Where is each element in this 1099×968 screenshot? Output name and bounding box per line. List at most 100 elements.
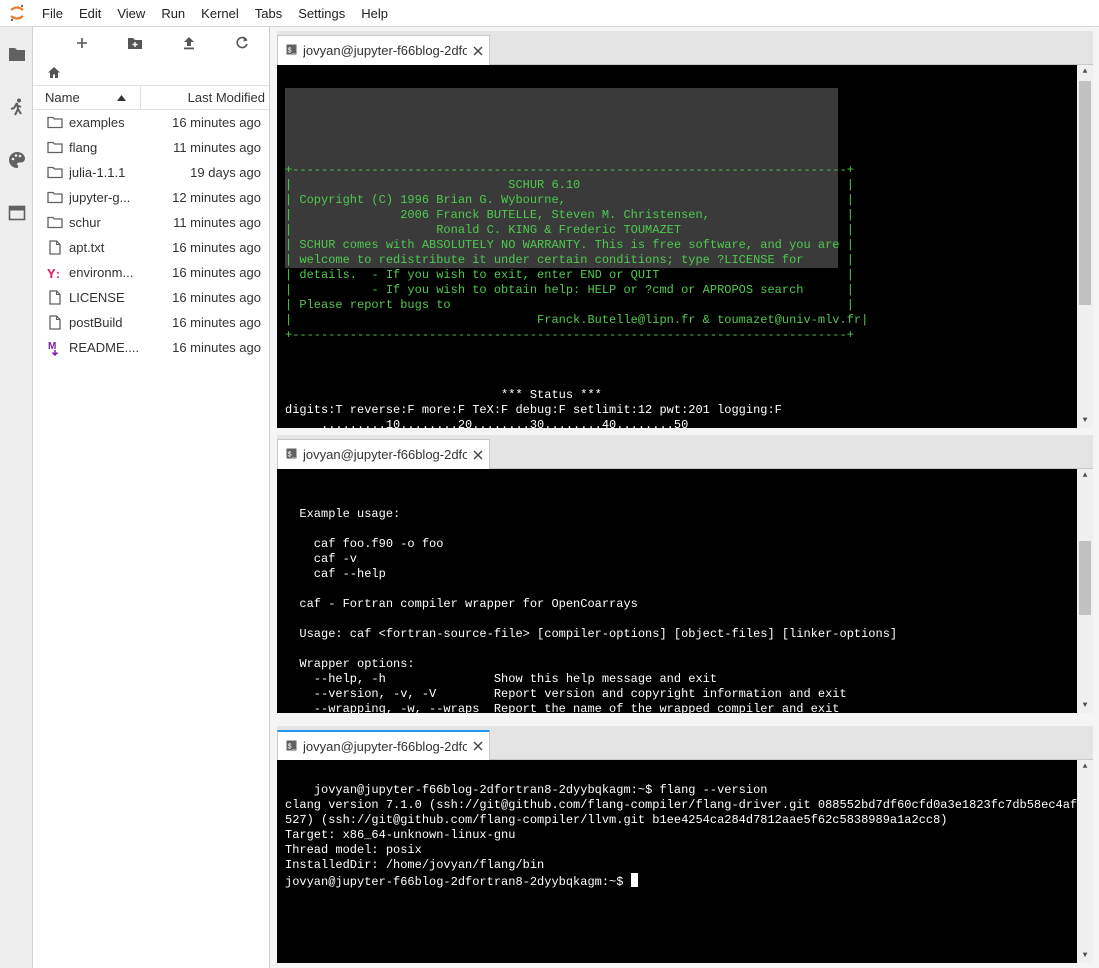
file-modified: 16 minutes ago	[172, 115, 261, 130]
terminal-icon: $_	[286, 739, 297, 754]
menu-edit[interactable]: Edit	[71, 0, 109, 27]
tab-title: jovyan@jupyter-f66blog-2dfortran8-2dyybq…	[303, 43, 467, 58]
file-icon	[47, 315, 63, 331]
menu-view[interactable]: View	[109, 0, 153, 27]
file-modified: 16 minutes ago	[172, 290, 261, 305]
file-list-header: Name Last Modified	[33, 85, 269, 110]
file-row[interactable]: schur 11 minutes ago	[33, 210, 269, 235]
file-name: environm...	[69, 265, 134, 280]
terminal-output-2[interactable]: Example usage: caf foo.f90 -o foo caf -v…	[277, 469, 1093, 713]
file-icon	[47, 290, 63, 306]
terminal-tabbar-3: $_ jovyan@jupyter-f66blog-2dfortran8-2dy…	[277, 726, 1093, 760]
markdown-icon: M	[47, 340, 63, 356]
terminal-cursor	[630, 873, 638, 887]
file-name: postBuild	[69, 315, 123, 330]
modified-column-header[interactable]: Last Modified	[141, 86, 269, 109]
file-row[interactable]: examples 16 minutes ago	[33, 110, 269, 135]
file-modified: 16 minutes ago	[172, 315, 261, 330]
file-name: jupyter-g...	[69, 190, 131, 205]
terminal-tabbar-2: $_ jovyan@jupyter-f66blog-2dfortran8-2dy…	[277, 435, 1093, 469]
tabs-icon[interactable]	[0, 186, 33, 239]
jupyter-logo-icon	[0, 0, 34, 27]
breadcrumb	[33, 59, 269, 85]
file-row[interactable]: M README.... 16 minutes ago	[33, 335, 269, 360]
file-browser: Name Last Modified examples 16 minutes ag…	[33, 27, 270, 968]
file-modified: 11 minutes ago	[173, 215, 261, 230]
new-folder-icon	[128, 38, 143, 49]
file-row[interactable]: apt.txt 16 minutes ago	[33, 235, 269, 260]
terminal-tabbar-1: $_ jovyan@jupyter-f66blog-2dfortran8-2dy…	[277, 31, 1093, 65]
terminal-body: Example usage: caf foo.f90 -o foo caf -v…	[299, 507, 898, 713]
new-launcher-button[interactable]	[55, 29, 109, 57]
file-modified: 16 minutes ago	[172, 265, 261, 280]
file-name: schur	[69, 215, 101, 230]
file-modified: 12 minutes ago	[172, 190, 261, 205]
palette-icon[interactable]	[0, 133, 33, 186]
menu-run[interactable]: Run	[153, 0, 193, 27]
menu-help[interactable]: Help	[353, 0, 396, 27]
file-name: LICENSE	[69, 290, 125, 305]
menu-settings[interactable]: Settings	[290, 0, 353, 27]
terminal-output-3[interactable]: jovyan@jupyter-f66blog-2dfortran8-2dyybq…	[277, 760, 1093, 963]
close-icon[interactable]	[471, 739, 485, 753]
folder-icon	[47, 140, 63, 156]
file-icon	[47, 240, 63, 256]
home-icon[interactable]	[47, 66, 61, 79]
tab-title: jovyan@jupyter-f66blog-2dfortran8-2dyybq…	[303, 447, 467, 462]
svg-text:$_: $_	[288, 452, 297, 460]
plus-icon	[76, 38, 87, 48]
svg-text:$_: $_	[288, 743, 297, 751]
terminal-scrollbar[interactable]: ▲ ▼	[1077, 65, 1093, 428]
file-row[interactable]: LICENSE 16 minutes ago	[33, 285, 269, 310]
file-name: julia-1.1.1	[69, 165, 126, 180]
menu-tabs[interactable]: Tabs	[247, 0, 290, 27]
refresh-icon	[236, 36, 249, 49]
terminal-icon: $_	[286, 447, 297, 462]
sort-ascending-icon	[117, 95, 126, 101]
file-browser-toolbar	[33, 27, 269, 59]
terminal-output-1[interactable]: jovyan@jupyter-f66blog-2dfortran8-2dyybq…	[277, 65, 1093, 428]
file-name: examples	[69, 115, 125, 130]
file-row[interactable]: flang 11 minutes ago	[33, 135, 269, 160]
name-column-header[interactable]: Name	[33, 86, 141, 109]
terminal-scrollbar[interactable]: ▲ ▼	[1077, 760, 1093, 963]
file-name: README....	[69, 340, 140, 355]
left-activity-bar	[0, 27, 33, 968]
tab-title: jovyan@jupyter-f66blog-2dfortran8-2dyybq…	[303, 738, 467, 754]
terminal-scrollbar[interactable]: ▲ ▼	[1077, 469, 1093, 713]
file-row[interactable]: Y: environm... 16 minutes ago	[33, 260, 269, 285]
upload-button[interactable]	[162, 29, 216, 57]
file-name: apt.txt	[69, 240, 105, 255]
new-folder-button[interactable]	[109, 29, 163, 57]
file-row[interactable]: postBuild 16 minutes ago	[33, 310, 269, 335]
file-row[interactable]: jupyter-g... 12 minutes ago	[33, 185, 269, 210]
upload-icon	[183, 37, 194, 50]
folder-icon	[47, 215, 63, 231]
terminal-tab-1[interactable]: $_ jovyan@jupyter-f66blog-2dfortran8-2dy…	[277, 35, 490, 65]
refresh-button[interactable]	[216, 29, 270, 57]
terminal-panel-1: $_ jovyan@jupyter-f66blog-2dfortran8-2dy…	[277, 31, 1093, 428]
close-icon[interactable]	[471, 44, 485, 58]
running-icon[interactable]	[0, 80, 33, 133]
folder-icon	[47, 165, 63, 181]
close-icon[interactable]	[471, 448, 485, 462]
folder-icon	[47, 115, 63, 131]
file-name: flang	[69, 140, 98, 155]
terminal-icon: $_	[286, 43, 297, 58]
terminal-panel-2: $_ jovyan@jupyter-f66blog-2dfortran8-2dy…	[277, 435, 1093, 713]
terminal-tab-3[interactable]: $_ jovyan@jupyter-f66blog-2dfortran8-2dy…	[277, 730, 490, 760]
menu-file[interactable]: File	[34, 0, 71, 27]
svg-text:Y: Y	[47, 266, 56, 280]
schur-banner: +---------------------------------------…	[285, 163, 869, 342]
menu-kernel[interactable]: Kernel	[193, 0, 247, 27]
svg-text::: :	[56, 267, 60, 280]
file-modified: 16 minutes ago	[172, 240, 261, 255]
file-row[interactable]: julia-1.1.1 19 days ago	[33, 160, 269, 185]
terminal-body: *** Status *** digits:T reverse:F more:F…	[285, 388, 782, 428]
file-modified: 16 minutes ago	[172, 340, 261, 355]
terminal-panel-3: $_ jovyan@jupyter-f66blog-2dfortran8-2dy…	[277, 726, 1093, 963]
terminal-body: jovyan@jupyter-f66blog-2dfortran8-2dyybq…	[285, 783, 1085, 889]
folder-tab-icon[interactable]	[0, 27, 33, 80]
svg-text:$_: $_	[288, 48, 297, 56]
terminal-tab-2[interactable]: $_ jovyan@jupyter-f66blog-2dfortran8-2dy…	[277, 439, 490, 469]
